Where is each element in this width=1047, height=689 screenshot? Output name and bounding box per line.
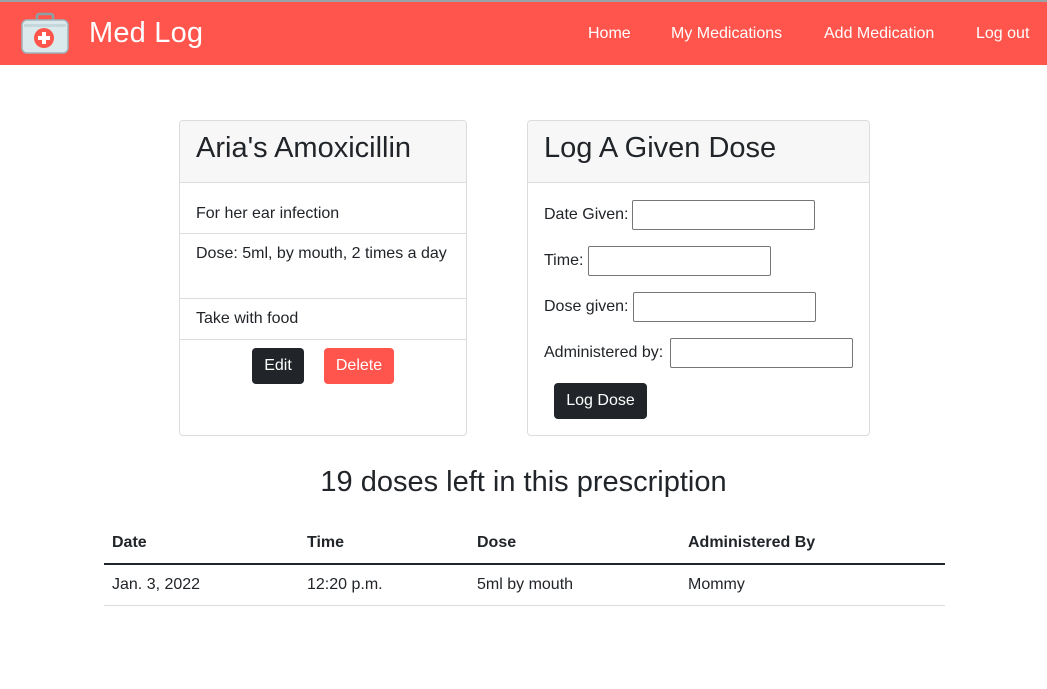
navbar: Med Log Home My Medications Add Medicati… — [0, 0, 1047, 65]
time-input[interactable] — [588, 246, 771, 276]
nav-link-home[interactable]: Home — [588, 25, 631, 43]
medication-dose-text: Dose: 5ml, by mouth, 2 times a day — [196, 245, 447, 262]
medication-title: Aria's Amoxicillin — [196, 132, 412, 164]
brand-title[interactable]: Med Log — [89, 17, 203, 50]
dose-given-label: Dose given: — [544, 298, 629, 315]
medication-card-header: Aria's Amoxicillin — [180, 121, 466, 183]
log-dose-title: Log A Given Dose — [544, 132, 777, 164]
log-dose-card-header: Log A Given Dose — [528, 121, 869, 183]
delete-button[interactable]: Delete — [324, 348, 394, 384]
first-aid-kit-icon[interactable] — [20, 12, 70, 56]
edit-button[interactable]: Edit — [252, 348, 304, 384]
date-given-input[interactable] — [632, 200, 815, 230]
table-header-administered-by: Administered By — [688, 534, 816, 551]
table-cell-administered-by: Mommy — [688, 576, 745, 593]
dose-given-input[interactable] — [633, 292, 816, 322]
log-dose-button[interactable]: Log Dose — [554, 383, 647, 419]
table-header-date: Date — [112, 534, 147, 551]
table-header-dose: Dose — [477, 534, 517, 551]
log-dose-card: Log A Given Dose Date Given: Time: Dose … — [527, 120, 870, 436]
administered-by-label: Administered by: — [544, 344, 664, 361]
time-label: Time: — [544, 252, 584, 269]
medication-instructions-text: Take with food — [196, 310, 299, 327]
table-header-time: Time — [307, 534, 345, 551]
medication-dose: Dose: 5ml, by mouth, 2 times a day — [180, 234, 466, 299]
administered-by-input[interactable] — [670, 338, 853, 368]
nav-link-log-out[interactable]: Log out — [976, 25, 1029, 43]
medication-purpose: For her ear infection — [180, 183, 466, 234]
table-cell-date: Jan. 3, 2022 — [112, 576, 201, 593]
table-header-divider — [104, 563, 945, 565]
medication-purpose-text: For her ear infection — [196, 205, 340, 222]
table-cell-dose: 5ml by mouth — [477, 576, 574, 593]
medication-card: Aria's Amoxicillin For her ear infection… — [179, 120, 467, 436]
date-given-label: Date Given: — [544, 206, 629, 223]
table-row-divider — [104, 605, 945, 606]
medication-instructions: Take with food — [180, 299, 466, 340]
doses-left-heading: 19 doses left in this prescription — [320, 466, 727, 498]
table-cell-time: 12:20 p.m. — [307, 576, 383, 593]
nav-link-my-medications[interactable]: My Medications — [671, 25, 782, 43]
nav-link-add-medication[interactable]: Add Medication — [824, 25, 934, 43]
